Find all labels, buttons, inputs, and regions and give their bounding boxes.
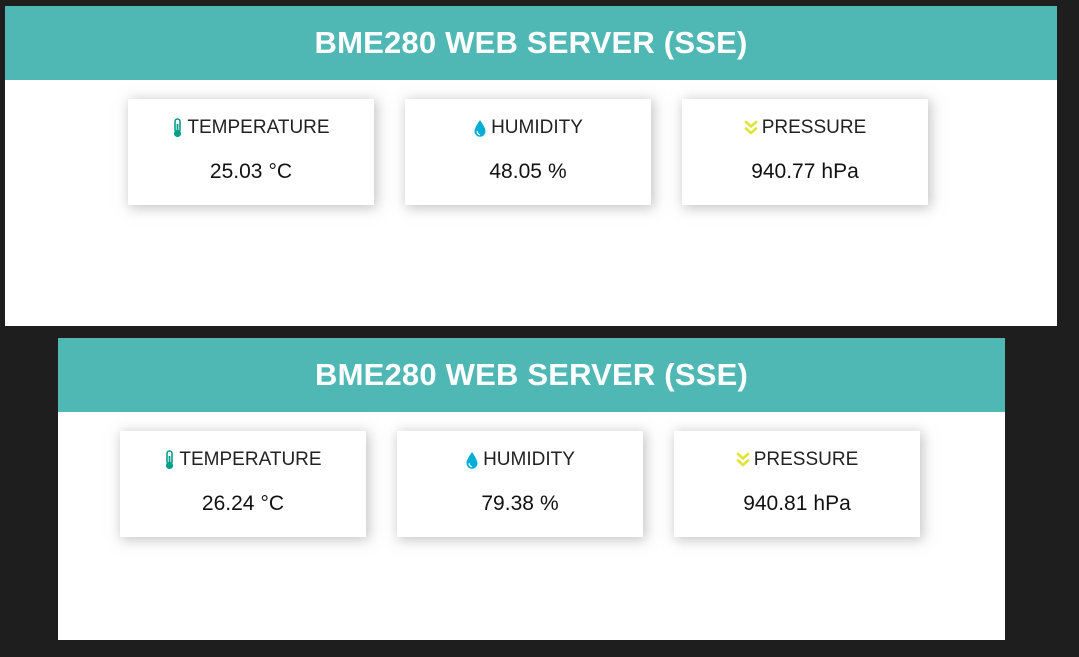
pressure-value: 940.77	[751, 160, 816, 183]
humidity-value: 48.05	[489, 160, 542, 183]
pressure-card: PRESSURE 940.77 hPa	[682, 99, 928, 205]
pressure-card-title: PRESSURE	[674, 449, 920, 471]
pressure-unit: hPa	[821, 160, 859, 183]
temperature-unit: °C	[268, 160, 293, 183]
humidity-reading: 48.05%	[405, 160, 651, 184]
humidity-unit: %	[547, 160, 567, 183]
humidity-card-title: HUMIDITY	[405, 117, 651, 139]
cards-container: TEMPERATURE 25.03 °C HUMIDITY 48.05% PRE…	[128, 99, 928, 205]
top-nav-bar: BME280 WEB SERVER (SSE)	[58, 338, 1005, 412]
page-title: BME280 WEB SERVER (SSE)	[314, 25, 748, 60]
thermometer-icon	[172, 118, 183, 138]
pressure-unit: hPa	[813, 492, 851, 515]
pressure-label: PRESSURE	[753, 449, 859, 470]
water-drop-icon	[465, 451, 479, 470]
humidity-label: HUMIDITY	[491, 117, 583, 138]
page-title: BME280 WEB SERVER (SSE)	[315, 357, 748, 392]
temperature-value: 25.03	[209, 160, 263, 183]
pressure-reading: 940.81 hPa	[674, 492, 920, 516]
sensor-dashboard-panel: BME280 WEB SERVER (SSE) TEMPERATURE 25.0…	[5, 6, 1057, 326]
temperature-reading: 25.03 °C	[128, 160, 374, 184]
temperature-card: TEMPERATURE 25.03 °C	[128, 99, 374, 205]
temperature-unit: °C	[260, 492, 285, 515]
humidity-card-title: HUMIDITY	[397, 449, 643, 471]
humidity-reading: 79.38%	[397, 492, 643, 516]
temperature-value: 26.24	[201, 492, 255, 515]
temperature-label: TEMPERATURE	[187, 117, 330, 138]
pressure-value: 940.81	[743, 492, 808, 515]
humidity-card: HUMIDITY 48.05%	[405, 99, 651, 205]
humidity-unit: %	[539, 492, 559, 515]
temperature-card: TEMPERATURE 26.24 °C	[120, 431, 366, 537]
pressure-label: PRESSURE	[761, 117, 867, 138]
pressure-card-title: PRESSURE	[682, 117, 928, 139]
cards-container: TEMPERATURE 26.24 °C HUMIDITY 79.38% PRE…	[120, 431, 920, 537]
temperature-card-title: TEMPERATURE	[128, 117, 374, 139]
humidity-label: HUMIDITY	[483, 449, 575, 470]
temperature-reading: 26.24 °C	[120, 492, 366, 516]
water-drop-icon	[473, 119, 487, 138]
double-chevron-down-icon	[744, 120, 758, 136]
thermometer-icon	[164, 450, 175, 470]
humidity-value: 79.38	[481, 492, 534, 515]
pressure-card: PRESSURE 940.81 hPa	[674, 431, 920, 537]
temperature-card-title: TEMPERATURE	[120, 449, 366, 471]
top-nav-bar: BME280 WEB SERVER (SSE)	[5, 6, 1057, 80]
temperature-label: TEMPERATURE	[179, 449, 322, 470]
double-chevron-down-icon	[736, 452, 750, 468]
sensor-dashboard-panel: BME280 WEB SERVER (SSE) TEMPERATURE 26.2…	[58, 338, 1005, 640]
pressure-reading: 940.77 hPa	[682, 160, 928, 184]
humidity-card: HUMIDITY 79.38%	[397, 431, 643, 537]
